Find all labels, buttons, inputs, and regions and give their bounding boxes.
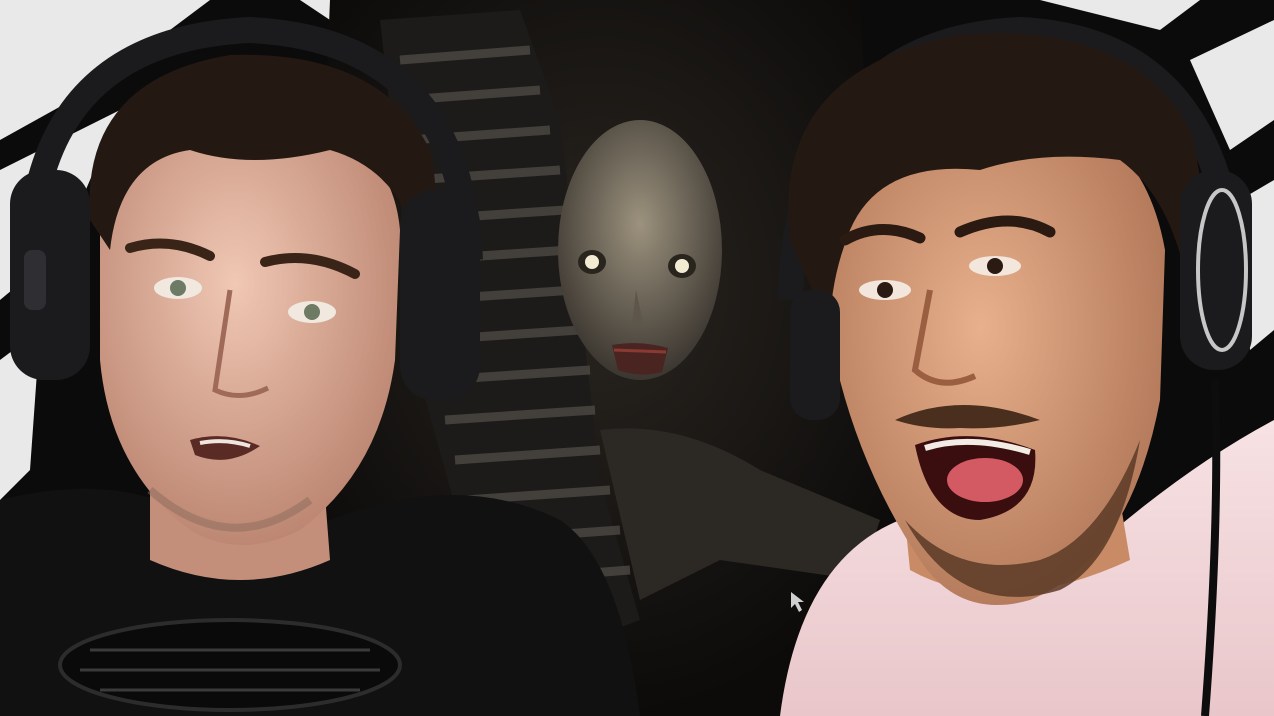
right-person-headphone-cup: [1180, 170, 1252, 370]
creature-eye-right: [675, 259, 689, 273]
microphone: [58, 618, 402, 712]
right-headphone-cup: [400, 190, 480, 400]
thumbnail-artwork: [0, 0, 1274, 716]
left-headphone-cup: [10, 170, 90, 380]
video-thumbnail: [0, 0, 1274, 716]
creature-eye-left: [585, 255, 599, 269]
